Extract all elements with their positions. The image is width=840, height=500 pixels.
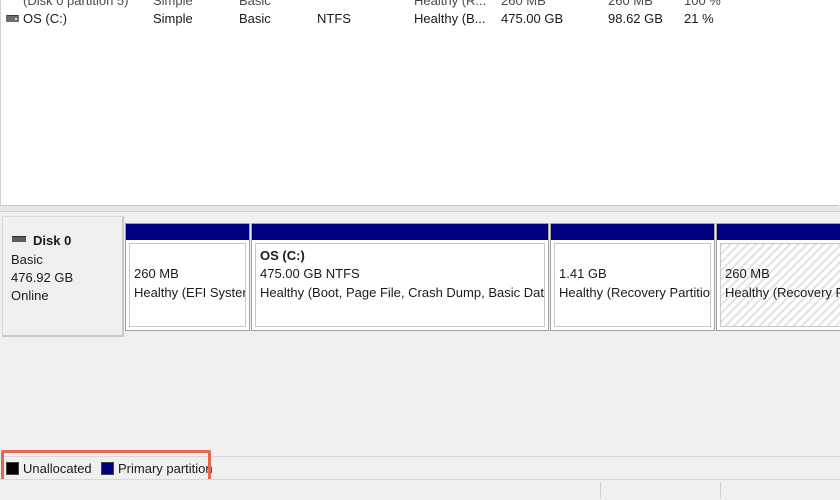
partition-header-bar — [126, 224, 249, 240]
volume-percent-free: 21 % — [684, 11, 714, 26]
disk-0-label[interactable]: Disk 0 Basic 476.92 GB Online — [2, 216, 124, 337]
partition-size: 260 MB — [134, 266, 179, 281]
partition-body: OS (C:) 475.00 GB NTFS Healthy (Boot, Pa… — [255, 243, 545, 327]
disk-management-window: (Disk 0 partition 5) Simple Basic Health… — [0, 0, 840, 500]
partition-title: OS (C:) — [260, 248, 305, 263]
primary-partition-swatch — [101, 462, 114, 475]
partition-os-c[interactable]: OS (C:) 475.00 GB NTFS Healthy (Boot, Pa… — [251, 223, 549, 331]
partition-size: 475.00 GB NTFS — [260, 266, 360, 281]
volume-layout: Simple — [153, 0, 193, 8]
partition-efi[interactable]: 260 MB Healthy (EFI System Partition) — [125, 223, 250, 331]
disk-size: 476.92 GB — [11, 270, 74, 285]
volume-type: Basic — [239, 0, 271, 8]
partition-status: Healthy (Recovery Partition) — [559, 285, 711, 300]
volume-filesystem: NTFS — [317, 11, 351, 26]
legend-primary-partition: Primary partition — [118, 461, 213, 476]
disk-icon — [12, 236, 26, 242]
drive-icon — [6, 15, 19, 22]
volume-percent-free: 100 % — [684, 0, 721, 8]
partition-header-bar — [717, 224, 840, 240]
volume-free-space: 98.62 GB — [608, 11, 663, 26]
legend-unallocated: Unallocated — [23, 461, 92, 476]
disk-name: Disk 0 — [33, 233, 72, 248]
partition-status: Healthy (Boot, Page File, Crash Dump, Ba… — [260, 285, 544, 300]
partition-header-bar — [551, 224, 714, 240]
status-bar-separator — [600, 482, 601, 499]
partition-recovery-1[interactable]: 1.41 GB Healthy (Recovery Partition) — [550, 223, 715, 331]
volume-row-os-c[interactable]: OS (C:) Simple Basic NTFS Healthy (B... … — [1, 9, 839, 29]
volume-status: Healthy (B... — [414, 11, 486, 26]
disk-type: Basic — [11, 252, 43, 267]
partition-body: 1.41 GB Healthy (Recovery Partition) — [554, 243, 711, 327]
partition-status: Healthy (EFI System Partition) — [134, 285, 245, 300]
disk-state: Online — [11, 288, 49, 303]
volume-capacity: 260 MB — [501, 0, 546, 8]
partition-status: Healthy (Recovery Partition) — [725, 285, 840, 300]
volume-layout: Simple — [153, 11, 193, 26]
volume-status: Healthy (R... — [414, 0, 487, 8]
partition-body: 260 MB Healthy (EFI System Partition) — [129, 243, 246, 327]
volume-name: (Disk 0 partition 5) — [23, 0, 129, 8]
disk-graphical-view: Disk 0 Basic 476.92 GB Online 260 MB Hea… — [0, 212, 840, 456]
status-bar-separator — [720, 482, 721, 499]
volume-free-space: 260 MB — [608, 0, 653, 8]
volume-list[interactable]: (Disk 0 partition 5) Simple Basic Health… — [0, 0, 839, 206]
partition-body: 260 MB Healthy (Recovery Partition) — [720, 243, 840, 327]
volume-name: OS (C:) — [23, 11, 68, 26]
volume-capacity: 475.00 GB — [501, 11, 564, 26]
partition-recovery-2[interactable]: 260 MB Healthy (Recovery Partition) — [716, 223, 840, 331]
unallocated-swatch — [6, 462, 19, 475]
partition-header-bar — [252, 224, 548, 240]
partition-size: 1.41 GB — [559, 266, 607, 281]
partition-size: 260 MB — [725, 266, 770, 281]
status-bar — [0, 479, 840, 500]
volume-type: Basic — [239, 11, 271, 26]
legend-bar: Unallocated Primary partition — [0, 456, 840, 479]
